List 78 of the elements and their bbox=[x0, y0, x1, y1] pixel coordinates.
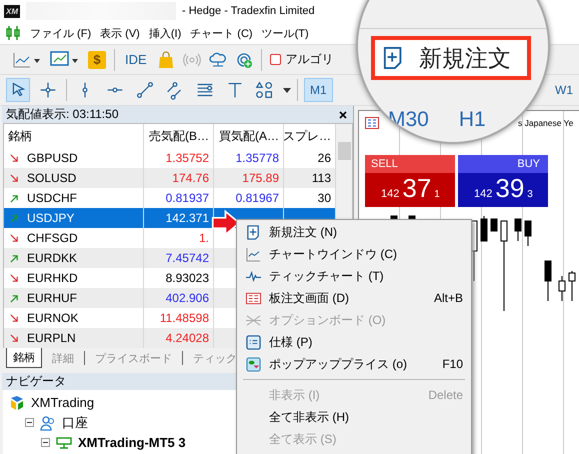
table-cell: 402.906 bbox=[166, 291, 209, 306]
table-cell: SOLUSD bbox=[27, 171, 76, 186]
new-order-icon bbox=[246, 224, 260, 240]
table-cell: USDCHF bbox=[27, 191, 77, 206]
candlestick-icon bbox=[5, 25, 21, 41]
table-cell: EURPLN bbox=[27, 331, 76, 346]
table-cell: 0.81967 bbox=[236, 191, 279, 206]
column-header[interactable]: 銘柄 bbox=[4, 124, 144, 148]
table-cell: EURHUF bbox=[27, 291, 77, 306]
dollar-button[interactable]: $ bbox=[88, 50, 106, 68]
menu-item[interactable]: ファイル (F) bbox=[30, 26, 92, 40]
algo-trading-button[interactable]: アルゴリ bbox=[270, 51, 334, 68]
table-cell: CHFSGD bbox=[27, 231, 78, 246]
menu-item[interactable]: ツール(T) bbox=[262, 26, 309, 40]
new-order-button[interactable]: 新規注文 bbox=[371, 36, 531, 80]
table-cell: 4.24028 bbox=[166, 331, 209, 346]
table-cell: 1. bbox=[198, 231, 209, 246]
tree-item[interactable]: XMTrading-MT5 3 bbox=[78, 435, 186, 450]
order-book-icon bbox=[246, 290, 260, 306]
server-icon bbox=[56, 434, 72, 451]
menu-item[interactable]: 表示 (V) bbox=[100, 26, 140, 40]
expander-icon[interactable] bbox=[25, 418, 34, 428]
chart-window-dropdown-icon[interactable] bbox=[50, 50, 80, 68]
ide-button[interactable]: IDE bbox=[123, 52, 149, 67]
table-row[interactable]: SOLUSD 174.76 175.89 113 bbox=[4, 168, 336, 188]
table-cell: USDJPY bbox=[27, 211, 74, 226]
caret-icon[interactable] bbox=[283, 88, 291, 92]
window-title: - Hedge - Tradexfin Limited bbox=[182, 5, 315, 17]
table-cell: EURDKK bbox=[27, 251, 78, 266]
radar-plus-icon[interactable] bbox=[234, 50, 253, 68]
table-cell: 113 bbox=[312, 171, 331, 186]
line-chart-dropdown-icon[interactable] bbox=[12, 50, 42, 68]
table-cell: 30 bbox=[318, 191, 331, 206]
chart-title: s Japanese Ye bbox=[518, 118, 574, 128]
timeframe-button[interactable]: H1 bbox=[458, 108, 486, 132]
specification-icon bbox=[246, 334, 260, 350]
table-cell: 142.371 bbox=[166, 211, 209, 226]
column-header[interactable]: 買気配(A… bbox=[214, 124, 284, 148]
table-cell: EURHKD bbox=[27, 271, 78, 286]
table-cell: GBPUSD bbox=[27, 151, 78, 166]
app-logo: XM bbox=[4, 4, 20, 18]
timeframe-button[interactable]: M1 bbox=[304, 78, 333, 102]
popup-price-icon bbox=[246, 356, 260, 372]
chart-window-icon bbox=[246, 246, 260, 262]
table-cell: 1.35752 bbox=[166, 151, 209, 166]
shopping-bag-icon[interactable] bbox=[156, 50, 175, 68]
tick-chart-icon bbox=[246, 268, 260, 284]
cloud-icon[interactable] bbox=[208, 50, 227, 68]
tree-item[interactable]: XMTrading bbox=[31, 395, 94, 410]
table-cell: 174.76 bbox=[172, 171, 209, 186]
broker-logo-icon bbox=[9, 394, 25, 411]
menu-item[interactable]: チャート (C) bbox=[190, 26, 253, 40]
panel-title: 気配値表示: 03:11:50 bbox=[6, 106, 118, 124]
menu-item[interactable]: ポップアッププライス (o) F10 bbox=[237, 353, 471, 375]
cursor-icon[interactable] bbox=[6, 78, 30, 102]
table-cell: 175.89 bbox=[242, 171, 279, 186]
table-cell: EURNOK bbox=[27, 311, 78, 326]
close-icon[interactable] bbox=[339, 110, 347, 119]
option-board-icon bbox=[246, 312, 260, 328]
table-cell: 11.48598 bbox=[160, 311, 209, 326]
panel-title: ナビゲータ bbox=[6, 372, 66, 390]
column-header[interactable]: 売気配(B… bbox=[144, 124, 214, 148]
shortcut-label: Alt+B bbox=[434, 291, 463, 305]
users-icon bbox=[40, 414, 56, 431]
menu-item[interactable]: 挿入(I) bbox=[148, 26, 182, 40]
table-cell: 0.81937 bbox=[166, 191, 209, 206]
shortcut-label: F10 bbox=[442, 357, 463, 371]
timeframe-button[interactable]: W1 bbox=[551, 78, 577, 102]
tab[interactable]: 銘柄 bbox=[6, 348, 42, 368]
table-cell: 7.45742 bbox=[166, 251, 209, 266]
table-cell: 1.35778 bbox=[236, 151, 279, 166]
expander-icon[interactable] bbox=[41, 438, 50, 448]
menu-item[interactable]: 全て非表示 (H) bbox=[237, 406, 471, 428]
table-cell: 26 bbox=[318, 151, 331, 166]
tree-item[interactable]: 口座 bbox=[62, 414, 88, 432]
table-cell: 8.93023 bbox=[166, 271, 209, 286]
order-book-icon[interactable] bbox=[365, 117, 379, 129]
shortcut-label: Delete bbox=[428, 388, 463, 402]
